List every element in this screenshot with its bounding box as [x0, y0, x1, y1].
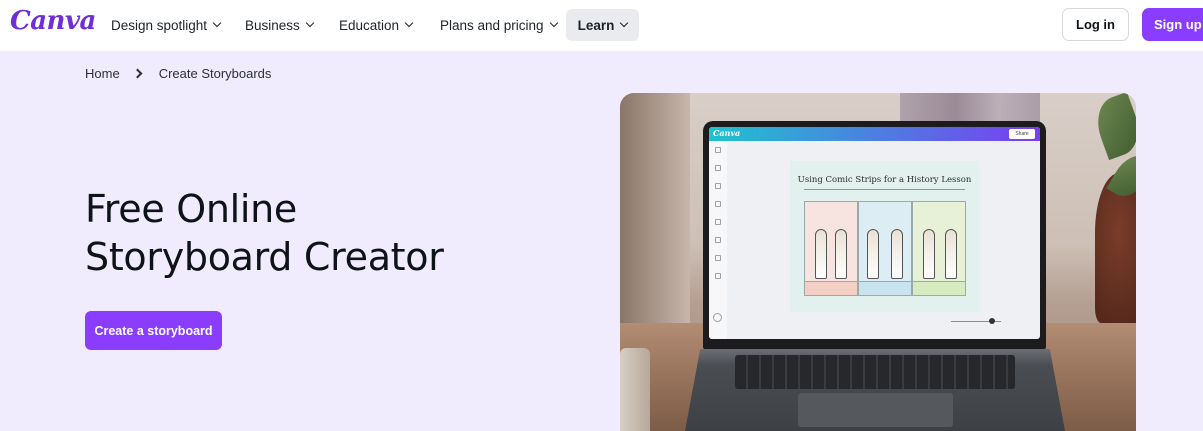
create-storyboard-button[interactable]: Create a storyboard — [85, 311, 222, 350]
storyboard-document: Using Comic Strips for a History Lesson — [790, 161, 979, 312]
comic-figure — [945, 229, 957, 279]
editor-tool-icon — [715, 273, 721, 279]
panel-caption — [859, 281, 911, 295]
nav-business-label: Business — [245, 17, 300, 33]
nav-learn-label: Learn — [577, 17, 615, 33]
editor-tool-icon — [715, 165, 721, 171]
login-button[interactable]: Log in — [1062, 8, 1129, 41]
hero-section: Home Create Storyboards Free Online Stor… — [0, 51, 1203, 431]
editor-top-bar: Canva Share — [709, 127, 1040, 141]
panel-caption — [913, 281, 965, 295]
editor-logo: Canva — [713, 128, 741, 138]
nav-education[interactable]: Education — [327, 9, 424, 41]
breadcrumb: Home Create Storyboards — [85, 66, 271, 81]
chevron-down-icon — [620, 18, 629, 28]
page-title: Free Online Storyboard Creator — [85, 185, 585, 281]
nav-plans-and-pricing[interactable]: Plans and pricing — [428, 9, 569, 41]
laptop-screen: Canva Share Using Comic Strips for a His… — [703, 121, 1046, 349]
canva-editor-screenshot: Canva Share Using Comic Strips for a His… — [709, 127, 1040, 339]
laptop-trackpad — [798, 393, 953, 427]
editor-tool-icon — [715, 147, 721, 153]
editor-help-icon — [713, 313, 722, 322]
chevron-down-icon — [404, 18, 414, 28]
breadcrumb-home-link[interactable]: Home — [85, 66, 120, 81]
signup-button[interactable]: Sign up — [1142, 8, 1203, 41]
nav-design-spotlight-label: Design spotlight — [111, 17, 208, 33]
editor-tool-icon — [715, 201, 721, 207]
editor-side-panel — [709, 141, 727, 339]
nav-plans-and-pricing-label: Plans and pricing — [440, 17, 544, 33]
nav-learn[interactable]: Learn — [566, 9, 639, 41]
laptop-keyboard — [735, 355, 1015, 389]
storyboard-title: Using Comic Strips for a History Lesson — [797, 175, 972, 185]
editor-tool-icon — [715, 255, 721, 261]
comic-figure — [835, 229, 847, 279]
editor-tool-icon — [715, 237, 721, 243]
page-title-line-2: Storyboard Creator — [85, 235, 444, 279]
comic-figure — [867, 229, 879, 279]
hero-image: Canva Share Using Comic Strips for a His… — [620, 93, 1136, 431]
comic-figure — [891, 229, 903, 279]
editor-tool-icon — [715, 183, 721, 189]
editor-share-button: Share — [1009, 129, 1035, 139]
chevron-down-icon — [212, 18, 222, 28]
comic-figure — [815, 229, 827, 279]
comic-figure — [923, 229, 935, 279]
page-title-line-1: Free Online — [85, 187, 297, 231]
panel-caption — [805, 281, 857, 295]
comic-panel — [858, 201, 912, 296]
nav-education-label: Education — [339, 17, 400, 33]
chevron-down-icon — [549, 18, 558, 28]
editor-tool-icon — [715, 219, 721, 225]
comic-panel — [912, 201, 966, 296]
plant-leaf — [1089, 93, 1136, 161]
chevron-right-icon — [132, 68, 143, 79]
cup — [620, 348, 650, 431]
canva-logo[interactable]: Canva — [10, 6, 96, 36]
comic-panel — [804, 201, 858, 296]
nav-business[interactable]: Business — [233, 9, 325, 41]
title-divider — [804, 189, 965, 190]
breadcrumb-current: Create Storyboards — [158, 66, 272, 81]
top-nav: Canva Design spotlight Business Educatio… — [0, 0, 1203, 51]
chevron-down-icon — [305, 18, 315, 28]
plant-pot — [1095, 173, 1136, 323]
wall-shadow — [620, 93, 690, 323]
nav-design-spotlight[interactable]: Design spotlight — [99, 9, 232, 41]
zoom-slider-knob — [989, 318, 995, 324]
